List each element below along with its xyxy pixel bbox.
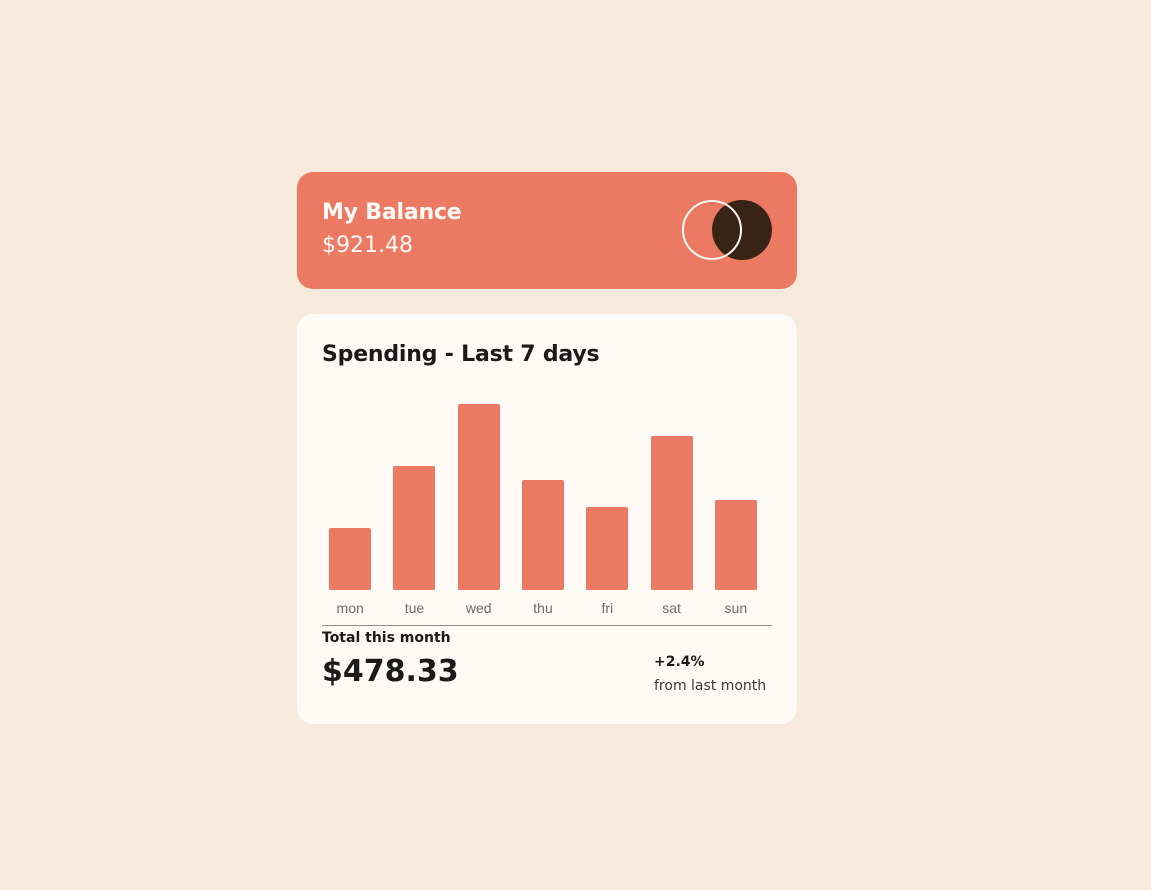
page-wrapper: My Balance $921.48 Spending - Last 7 day…	[297, 172, 797, 724]
day-label-mon: mon	[336, 600, 364, 616]
day-label-sun: sun	[724, 600, 748, 616]
balance-amount: $921.48	[322, 233, 413, 258]
outline-circle-icon	[682, 200, 742, 260]
balance-card: My Balance $921.48	[297, 172, 797, 289]
balance-title: My Balance	[322, 200, 462, 225]
spending-title: Spending - Last 7 days	[322, 342, 600, 367]
divider	[322, 625, 772, 626]
bar-fri[interactable]	[586, 506, 629, 590]
change-label: from last month	[654, 678, 767, 694]
bar-mon[interactable]	[329, 528, 372, 590]
day-label-tue: tue	[404, 600, 425, 616]
total-label: Total this month	[322, 630, 451, 646]
circles-logo-icon	[682, 200, 772, 261]
bar-tue[interactable]	[393, 466, 436, 590]
total-amount: $478.33	[322, 654, 459, 689]
day-label-fri: fri	[601, 600, 614, 616]
chart-bars	[322, 376, 772, 590]
bar-sat[interactable]	[650, 436, 693, 590]
spending-card: Spending - Last 7 days mon tue wed thu fri sa…	[297, 314, 797, 724]
bar-wed[interactable]	[457, 404, 500, 590]
day-label-thu: thu	[533, 600, 553, 616]
bar-sun[interactable]	[714, 499, 757, 590]
change-percent: +2.4%	[654, 654, 705, 670]
bar-thu[interactable]	[522, 479, 564, 590]
day-label-sat: sat	[662, 600, 681, 616]
spending-chart: mon tue wed thu fri sat sun	[322, 376, 772, 626]
day-label-wed: wed	[465, 600, 492, 616]
